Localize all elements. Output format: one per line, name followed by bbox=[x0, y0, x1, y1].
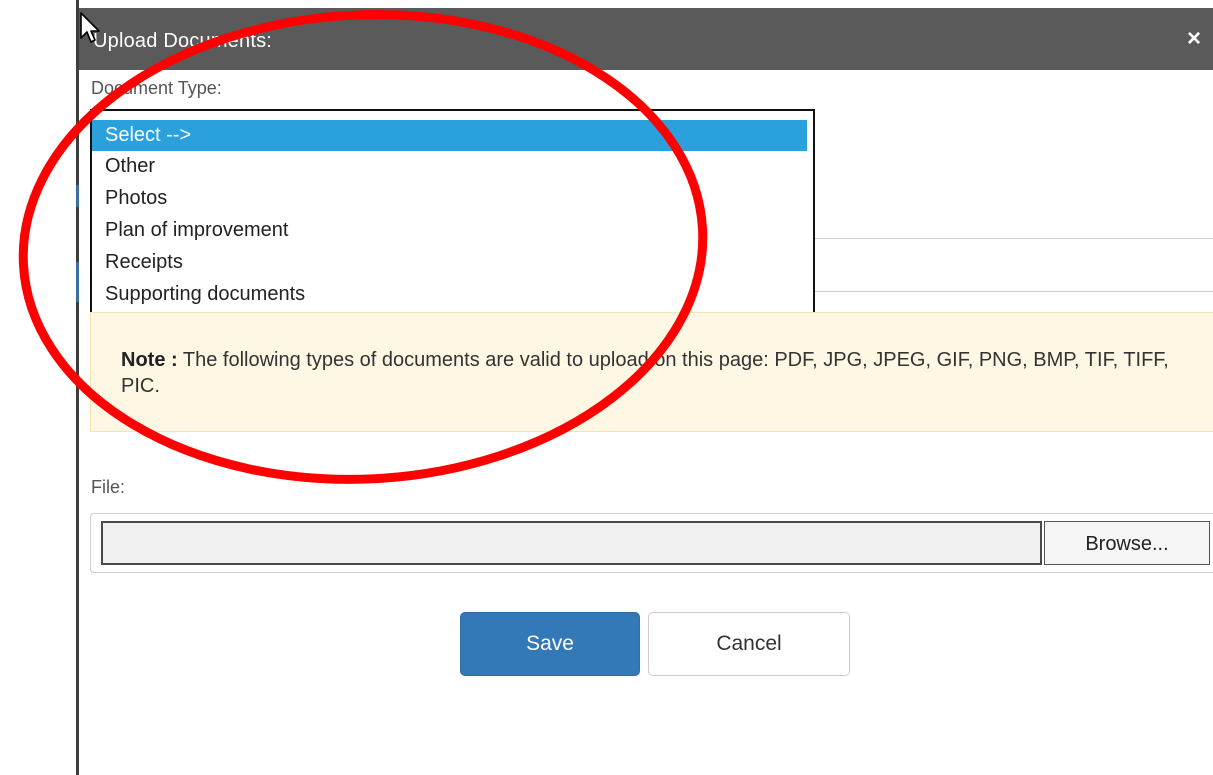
note-body: The following types of documents are val… bbox=[121, 349, 1169, 397]
file-path-input[interactable] bbox=[101, 521, 1042, 565]
cancel-button[interactable]: Cancel bbox=[648, 612, 850, 676]
note-box: Note : The following types of documents … bbox=[90, 312, 1213, 432]
option-select[interactable]: Select --> bbox=[92, 120, 807, 151]
close-icon[interactable]: × bbox=[1183, 27, 1205, 51]
file-label: File: bbox=[91, 477, 126, 497]
document-type-listbox[interactable]: Select --> Other Photos Plan of improvem… bbox=[90, 109, 815, 316]
dialog-title: Upload Documents: bbox=[93, 30, 273, 52]
document-type-label: Document Type: bbox=[91, 78, 222, 98]
note-text: Note : The following types of documents … bbox=[121, 347, 1191, 399]
dialog-titlebar: Upload Documents: × bbox=[79, 8, 1213, 70]
option-photos[interactable]: Photos bbox=[92, 183, 807, 215]
option-receipts[interactable]: Receipts bbox=[92, 247, 807, 279]
note-prefix: Note : bbox=[121, 349, 178, 371]
background-top bbox=[79, 0, 1213, 8]
upload-documents-dialog: Upload Documents: × Document Type: Selec… bbox=[79, 8, 1213, 775]
browse-button[interactable]: Browse... bbox=[1044, 521, 1210, 565]
hidden-field-behind-listbox bbox=[809, 238, 1213, 292]
background-page bbox=[0, 0, 78, 775]
save-button[interactable]: Save bbox=[460, 612, 640, 676]
option-other[interactable]: Other bbox=[92, 151, 807, 183]
option-supporting-documents[interactable]: Supporting documents bbox=[92, 279, 807, 311]
option-plan-of-improvement[interactable]: Plan of improvement bbox=[92, 215, 807, 247]
